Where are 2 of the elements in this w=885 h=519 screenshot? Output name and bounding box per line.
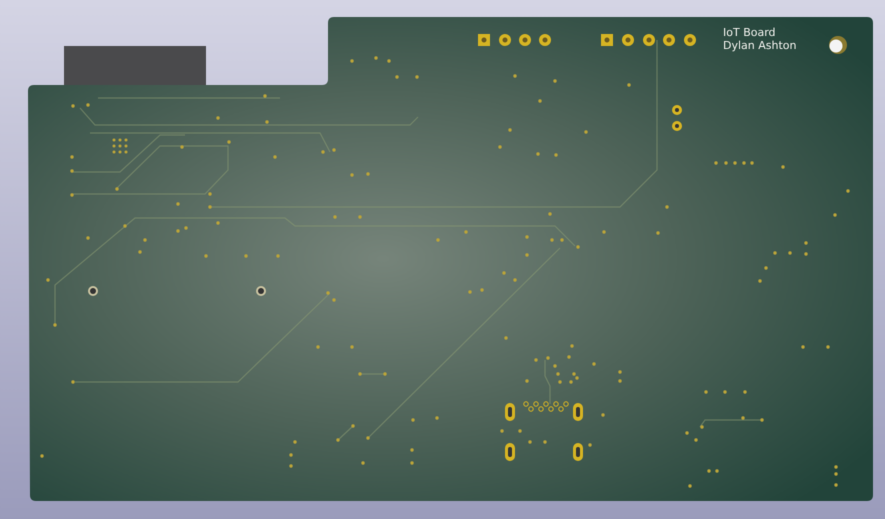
silkscreen-label: Dylan Ashton <box>723 39 796 52</box>
silkscreen-label: IoT Board <box>723 26 776 39</box>
